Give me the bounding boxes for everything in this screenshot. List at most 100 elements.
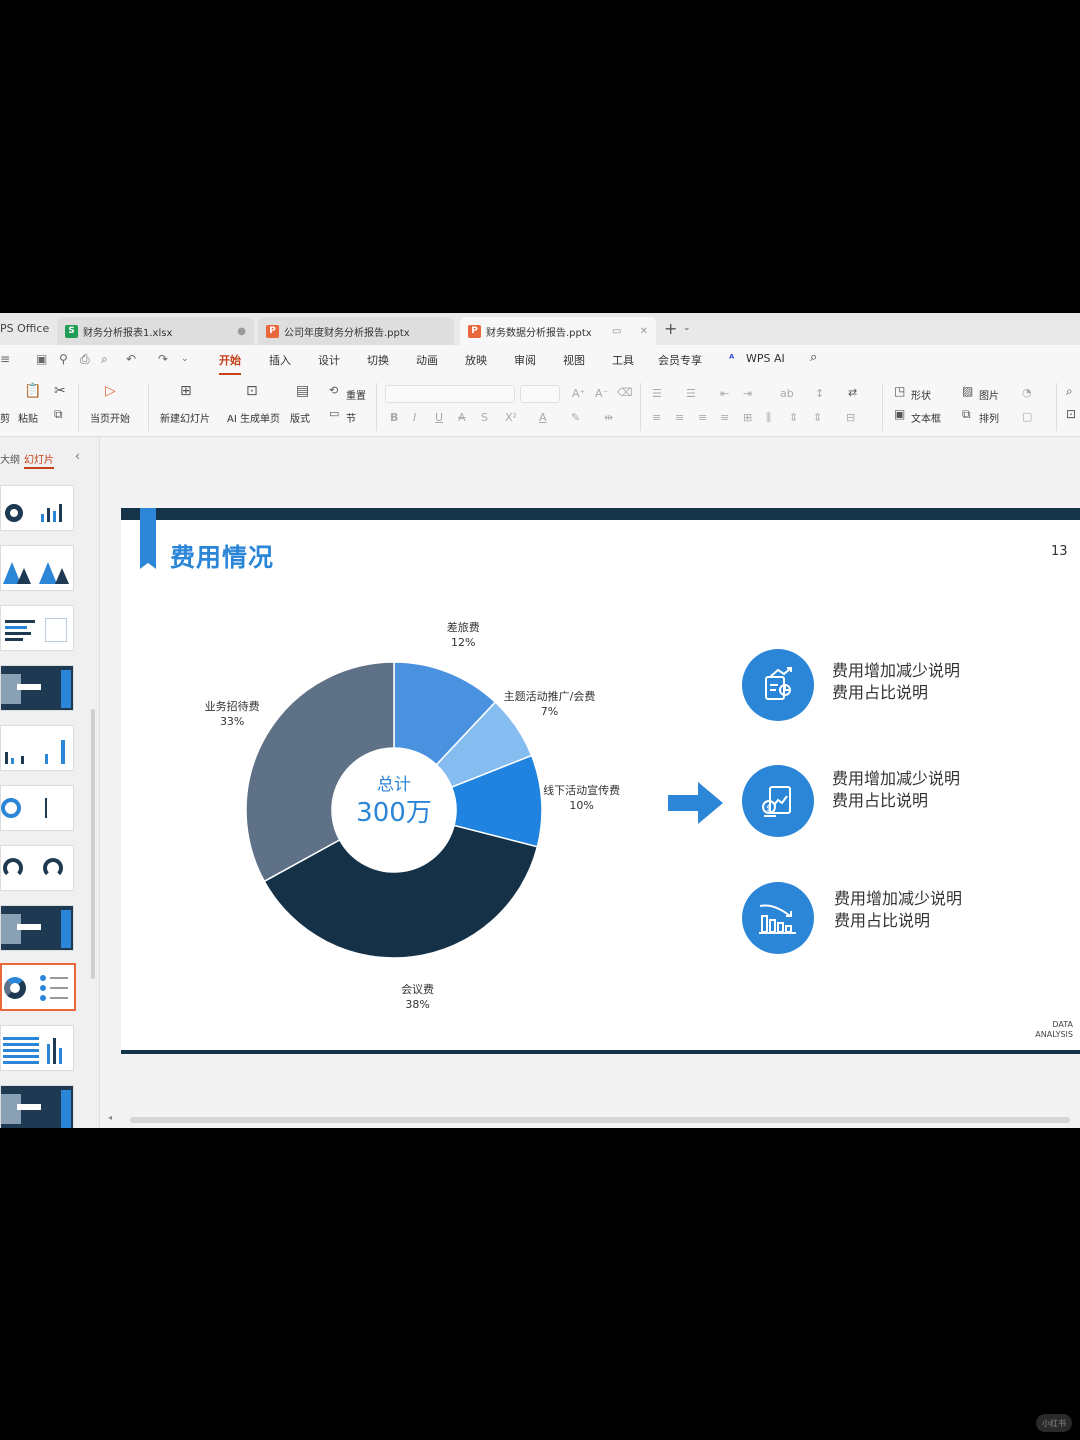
preview-icon[interactable]: ⌕ [101,352,108,367]
decrease-font-icon[interactable]: A⁻ [595,387,608,400]
distribute-icon[interactable]: ⊞ [743,411,752,424]
cut-label[interactable]: 剪 [0,410,10,425]
slide-thumbnail[interactable] [0,1085,74,1128]
ai-page-icon[interactable]: ⊡ [246,383,258,399]
textbox-icon[interactable]: ▣ [894,407,905,421]
close-icon[interactable]: ✕ [634,326,648,337]
section-icon[interactable]: ▭ [329,407,339,420]
chevron-down-icon[interactable]: ⌄ [181,354,189,364]
menu-view[interactable]: 视图 [563,352,585,368]
menu-membership[interactable]: 会员专享 [658,352,702,368]
sort-icon[interactable]: ↕ [815,387,824,400]
menu-review[interactable]: 审阅 [514,352,536,368]
paragraph-spacing-icon[interactable]: ⇕ [813,411,822,424]
print-icon[interactable]: ⎙ [80,352,90,367]
cut-icon[interactable]: ✂ [54,383,66,399]
numbered-list-icon[interactable]: ☰ [686,387,696,400]
menu-slideshow[interactable]: 放映 [465,352,487,368]
find-icon[interactable]: ⌕ [1066,384,1073,399]
new-tab-icon[interactable]: + [664,319,677,338]
menu-icon[interactable]: ≡ [0,352,10,366]
menu-wps-ai[interactable]: WPS AI [746,352,785,365]
scroll-left-icon[interactable]: ◂ [108,1113,112,1122]
tab-xlsx[interactable]: S 财务分析报表1.xlsx ● [57,317,254,345]
new-slide-icon[interactable]: ⊞ [180,383,192,399]
layout-button[interactable]: 版式 [290,410,310,425]
shape-button[interactable]: 形状 [911,387,931,402]
arrange-icon[interactable]: ⧉ [962,407,971,422]
redo-icon[interactable]: ↷ [158,352,168,366]
justify-icon[interactable]: ≡ [720,411,729,424]
window-icon[interactable]: ▭ [604,326,621,337]
outline-icon[interactable]: ▢ [1022,410,1032,423]
text-direction-icon[interactable]: ab [780,387,794,400]
start-from-current-button[interactable]: 当页开始 [90,410,130,425]
picture-button[interactable]: 图片 [979,387,999,402]
panel-scrollbar[interactable] [91,709,95,979]
text-align-icon[interactable]: ⊟ [846,411,855,424]
bold-icon[interactable]: B [390,411,398,424]
convert-icon[interactable]: ⇄ [848,386,857,399]
app-name[interactable]: PS Office [0,322,49,335]
menu-home[interactable]: 开始 [219,352,241,375]
tab-annual-report[interactable]: P 公司年度财务分析报告.pptx [258,317,454,345]
copy-icon[interactable]: ⧉ [54,407,63,422]
menu-tools[interactable]: 工具 [612,352,634,368]
menu-insert[interactable]: 插入 [269,352,291,368]
play-icon[interactable]: ▷ [105,383,116,399]
font-color-icon[interactable]: A [539,411,547,424]
slide-thumbnail[interactable] [0,665,74,711]
clear-format-icon[interactable]: ⌫ [617,386,633,399]
shape-icon[interactable]: ◳ [894,384,905,398]
tab-financial-report[interactable]: P 财务数据分析报告.pptx ▭ ✕ [460,317,656,345]
slide-thumbnail[interactable] [0,1025,74,1071]
menu-animation[interactable]: 动画 [416,352,438,368]
section-button[interactable]: 节 [346,410,356,425]
save-icon[interactable]: ▣ [36,352,47,366]
font-size-select[interactable] [520,385,560,403]
slides-tab[interactable]: 幻灯片 [24,451,54,469]
slide-thumbnail[interactable] [0,725,74,771]
increase-font-icon[interactable]: A⁺ [572,387,585,400]
slide-canvas[interactable]: 费用情况 13 差旅费 12% 主题活动推广/会费 7% 线下活动宣传费 10% 会议费 38… [121,508,1080,1054]
picture-icon[interactable]: ▨ [962,384,973,398]
decrease-indent-icon[interactable]: ⇤ [720,387,729,400]
outline-tab[interactable]: 大纲 [0,451,20,466]
align-center-icon[interactable]: ≡ [675,411,684,424]
line-spacing-icon[interactable]: ⇕ [789,411,798,424]
slide-thumbnail[interactable] [0,785,74,831]
fill-icon[interactable]: ◔ [1022,386,1032,399]
reset-icon[interactable]: ⟲ [329,384,338,397]
search-icon[interactable]: ⌕ [810,350,817,365]
shadow-icon[interactable]: S [481,411,488,424]
slide-thumbnail[interactable] [0,545,74,591]
underline-icon[interactable]: U [435,411,443,424]
italic-icon[interactable]: I [413,411,416,424]
align-right-icon[interactable]: ≡ [698,411,707,424]
ai-page-button[interactable]: AI 生成单页 [227,410,280,425]
slide-thumbnail[interactable] [0,905,74,951]
align-left-icon[interactable]: ≡ [652,411,661,424]
menu-design[interactable]: 设计 [318,352,340,368]
new-slide-button[interactable]: 新建幻灯片 [160,410,210,425]
tab-dot-icon[interactable]: ● [229,326,246,337]
undo-icon[interactable]: ↶ [126,352,136,366]
layout-icon[interactable]: ▤ [296,383,309,399]
slide-thumbnail[interactable] [0,605,74,651]
font-name-select[interactable] [385,385,515,403]
paste-icon[interactable]: 📋 [24,383,41,399]
character-spacing-icon[interactable]: ⇹ [604,411,613,424]
slide-thumbnail[interactable] [0,845,74,891]
strikethrough-icon[interactable]: A [458,411,466,424]
menu-transition[interactable]: 切换 [367,352,389,368]
slide-thumbnail[interactable] [0,485,74,531]
slide-thumbnail-current[interactable] [0,963,76,1011]
replace-icon[interactable]: ⊡ [1066,407,1076,421]
collapse-icon[interactable]: ‹ [75,449,80,463]
reset-button[interactable]: 重置 [346,387,366,402]
superscript-icon[interactable]: X² [505,411,517,424]
increase-indent-icon[interactable]: ⇥ [743,387,752,400]
chevron-down-icon[interactable]: ⌄ [683,323,691,333]
textbox-button[interactable]: 文本框 [911,410,941,425]
paste-button[interactable]: 粘贴 [18,410,38,425]
